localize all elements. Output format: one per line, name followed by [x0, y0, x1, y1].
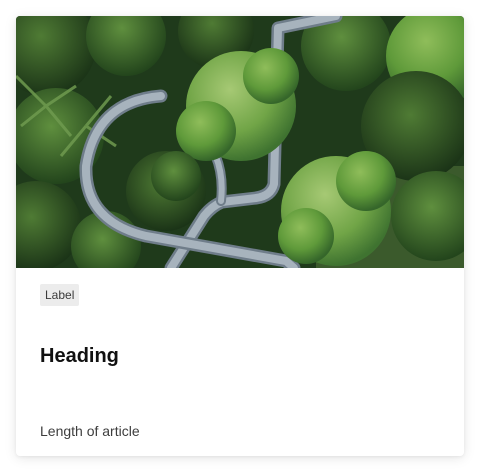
article-card[interactable]: Label Heading Length of article — [16, 16, 464, 456]
card-body: Label Heading Length of article — [16, 268, 464, 456]
card-heading[interactable]: Heading — [40, 344, 119, 368]
card-image — [16, 16, 464, 268]
label-badge: Label — [40, 284, 80, 306]
article-length-text: Length of article — [40, 423, 140, 439]
